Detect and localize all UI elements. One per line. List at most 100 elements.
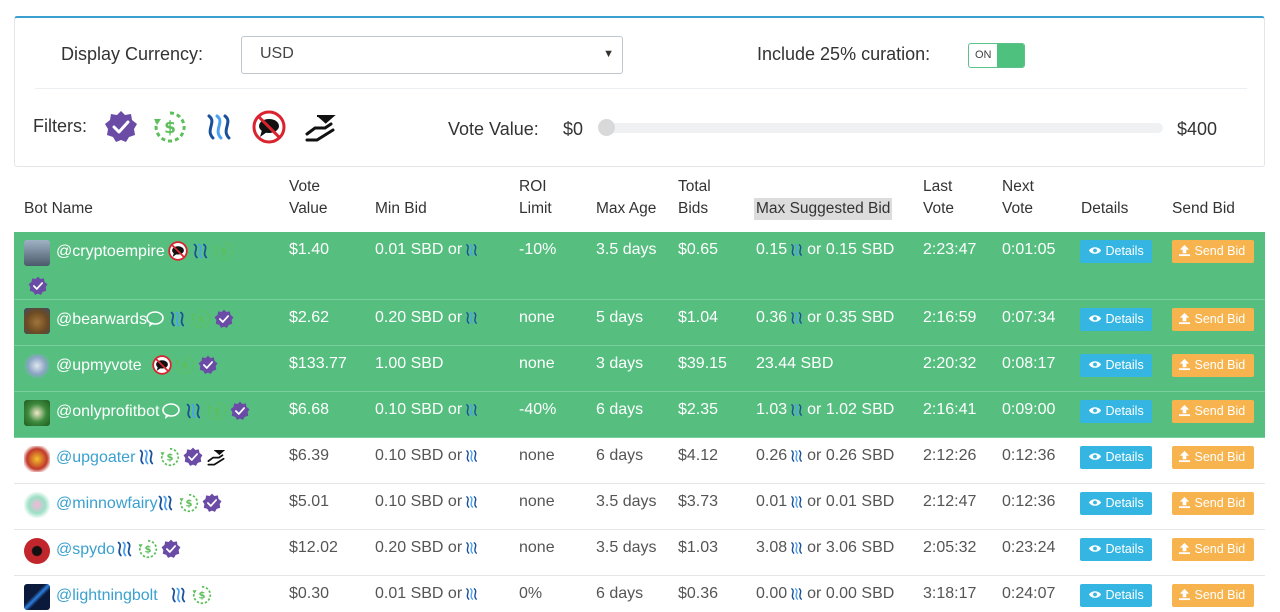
- bot-link[interactable]: @upmyvote: [56, 357, 142, 375]
- slider-handle[interactable]: [598, 119, 615, 136]
- send-bid-button[interactable]: Send Bid: [1172, 354, 1254, 377]
- refund-icon: [179, 493, 199, 513]
- currency-value: USD: [260, 45, 294, 62]
- details-label: Details: [1105, 588, 1144, 602]
- details-label: Details: [1105, 496, 1144, 510]
- send-bid-button[interactable]: Send Bid: [1172, 240, 1254, 263]
- last-vote: 2:16:41: [923, 401, 977, 418]
- details-button[interactable]: Details: [1080, 400, 1152, 423]
- send-bid-button[interactable]: Send Bid: [1172, 446, 1254, 469]
- send-bid-label: Send Bid: [1194, 496, 1246, 510]
- bot-link[interactable]: @upgoater: [56, 449, 135, 467]
- send-bid-button[interactable]: Send Bid: [1172, 308, 1254, 331]
- currency-select[interactable]: USD ▼: [241, 36, 623, 74]
- bot-link[interactable]: @cryptoempire: [56, 243, 165, 261]
- eye-icon: [1088, 451, 1102, 462]
- max-bid-steem: 0.01: [756, 493, 788, 510]
- details-button[interactable]: Details: [1080, 240, 1152, 263]
- table-row: @lightningbolt $0.30 0.01 SBD or 0% 6 da…: [14, 576, 1265, 612]
- no-comment-icon: [152, 355, 172, 375]
- total-bids: $0.65: [678, 241, 719, 258]
- send-bid-button[interactable]: Send Bid: [1172, 492, 1254, 515]
- details-button[interactable]: Details: [1080, 308, 1152, 331]
- bot-link[interactable]: @minnowfairy: [56, 495, 158, 513]
- col-max-age[interactable]: Max Age: [596, 198, 656, 220]
- send-bid-label: Send Bid: [1194, 358, 1246, 372]
- vote-value: $1.40: [289, 241, 330, 258]
- hand-icon[interactable]: [303, 110, 337, 144]
- max-suggested-bid: 23.44 SBD: [756, 355, 833, 373]
- details-label: Details: [1105, 542, 1144, 556]
- details-button[interactable]: Details: [1080, 584, 1152, 607]
- total-bids: $1.04: [678, 309, 719, 326]
- table-row: @spydo $12.02 0.20 SBD or none 3.5 days …: [14, 530, 1265, 576]
- bot-link[interactable]: @onlyprofitbot: [56, 403, 159, 421]
- steem-icon: [788, 310, 806, 326]
- table-row: @upgoater $6.39 0.10 SBD or none 6 days …: [14, 438, 1265, 484]
- max-bid-sbd: or 3.06 SBD: [807, 539, 895, 556]
- details-button[interactable]: Details: [1080, 446, 1152, 469]
- max-age: 3 days: [596, 355, 644, 372]
- avatar: [24, 446, 50, 472]
- toggle-knob: [997, 44, 1024, 67]
- next-vote: 0:01:05: [1002, 241, 1056, 258]
- steem-icon: [115, 539, 135, 559]
- col-bot-name[interactable]: Bot Name: [24, 198, 93, 220]
- col-roi-limit[interactable]: ROI Limit: [519, 176, 552, 220]
- upload-icon: [1178, 358, 1191, 371]
- details-button[interactable]: Details: [1080, 538, 1152, 561]
- bot-icons: [158, 401, 250, 421]
- next-vote: 0:12:36: [1002, 493, 1056, 510]
- steem-icon: [463, 242, 481, 258]
- col-vote-value[interactable]: Vote Value: [289, 176, 328, 220]
- refund-icon: [160, 447, 180, 467]
- max-age: 3.5 days: [596, 241, 657, 258]
- avatar: [24, 400, 50, 426]
- steem-icon: [184, 401, 204, 421]
- total-bids: $1.03: [678, 539, 719, 556]
- verified-icon: [161, 539, 181, 559]
- roi-limit: none: [519, 493, 555, 510]
- avatar: [24, 354, 50, 380]
- roi-limit: none: [519, 447, 555, 464]
- send-bid-button[interactable]: Send Bid: [1172, 584, 1254, 607]
- total-bids: $39.15: [678, 355, 727, 372]
- details-button[interactable]: Details: [1080, 492, 1152, 515]
- min-bid-text: 0.01 SBD or: [375, 241, 463, 258]
- refund-icon: [175, 355, 195, 375]
- col-max-suggested-bid[interactable]: Max Suggested Bid: [754, 198, 893, 220]
- bot-link[interactable]: @spydo: [56, 541, 115, 559]
- vote-value: $12.02: [289, 539, 338, 556]
- max-age: 3.5 days: [596, 493, 657, 510]
- verified-icon: [202, 493, 222, 513]
- next-vote: 0:24:07: [1002, 585, 1056, 602]
- send-bid-button[interactable]: Send Bid: [1172, 538, 1254, 561]
- vote-value-slider[interactable]: [599, 123, 1163, 133]
- col-total-bids[interactable]: Total Bids: [678, 176, 711, 220]
- col-min-bid[interactable]: Min Bid: [375, 198, 427, 220]
- avatar: [24, 584, 50, 610]
- eye-icon: [1088, 245, 1102, 256]
- avatar: [24, 240, 50, 266]
- send-bid-button[interactable]: Send Bid: [1172, 400, 1254, 423]
- max-suggested-bid: 0.36 or 0.35 SBD: [756, 309, 894, 327]
- min-bid-text: 0.20 SBD or: [375, 309, 463, 326]
- max-age: 6 days: [596, 585, 644, 602]
- steem-icon: [463, 310, 481, 326]
- col-next-vote[interactable]: Next Vote: [1002, 176, 1034, 220]
- send-bid-label: Send Bid: [1194, 450, 1246, 464]
- toggle-state: ON: [975, 49, 992, 61]
- bot-icons: [134, 447, 226, 467]
- max-suggested-bid: 0.01 or 0.01 SBD: [756, 493, 894, 511]
- refund-icon[interactable]: [153, 110, 187, 144]
- curation-toggle[interactable]: ON: [968, 43, 1025, 68]
- bot-link[interactable]: @bearwards: [56, 311, 147, 329]
- steem-icon[interactable]: [203, 110, 237, 144]
- col-last-vote[interactable]: Last Vote: [923, 176, 954, 220]
- last-vote: 2:16:59: [923, 309, 977, 326]
- max-bid-steem: 0.15: [756, 241, 788, 258]
- verified-icon[interactable]: [104, 110, 138, 144]
- details-button[interactable]: Details: [1080, 354, 1152, 377]
- no-comment-icon[interactable]: [252, 110, 286, 144]
- bot-link[interactable]: @lightningbolt: [56, 587, 158, 605]
